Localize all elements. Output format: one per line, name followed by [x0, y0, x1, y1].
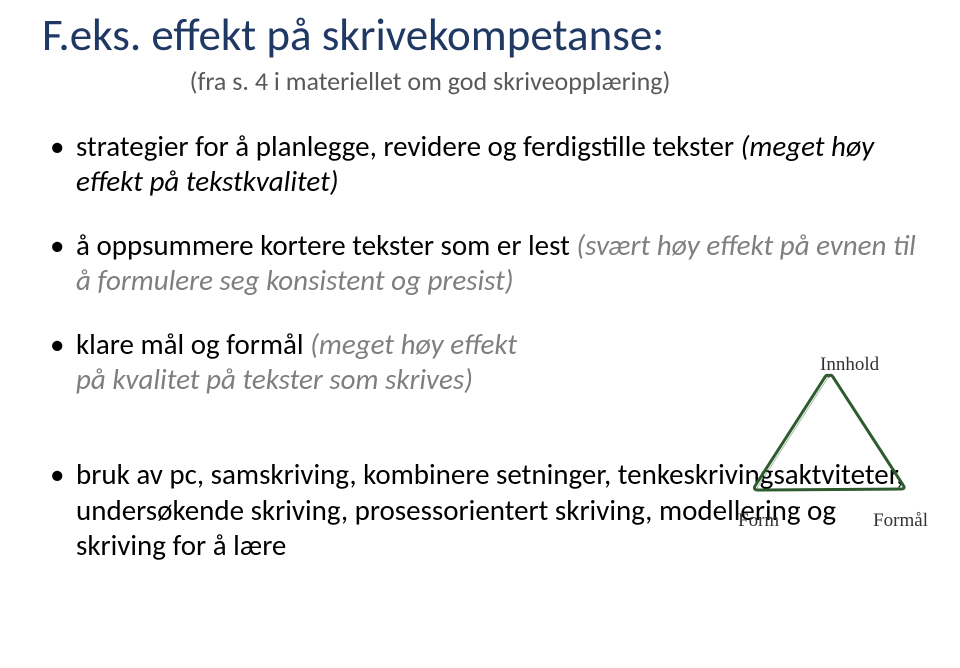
- bullet-item-1: strategier for å planlegge, revidere og …: [50, 129, 930, 200]
- bullet-paren-a: (meget høy effekt: [310, 326, 517, 362]
- slide-title: F.eks. effekt på skrivekompetanse:: [42, 8, 930, 63]
- bullet-paren-b: på kvalitet på tekster som skrives): [76, 361, 473, 397]
- bullet-text: klare mål og formål: [76, 326, 310, 362]
- triangle-label-top: Innhold: [820, 354, 879, 376]
- triangle-diagram: Innhold Form Formål: [734, 364, 924, 534]
- triangle-label-left: Form: [738, 510, 779, 532]
- triangle-icon: [739, 364, 919, 504]
- triangle-label-right: Formål: [873, 510, 928, 532]
- slide-subtitle: (fra s. 4 i materiellet om god skriveopp…: [50, 65, 810, 97]
- bullet-text: strategier for å planlegge, revidere og …: [76, 128, 741, 164]
- bullet-item-2: å oppsummere kortere tekster som er lest…: [50, 228, 930, 299]
- bullet-text: å oppsummere kortere tekster som er lest: [76, 227, 576, 263]
